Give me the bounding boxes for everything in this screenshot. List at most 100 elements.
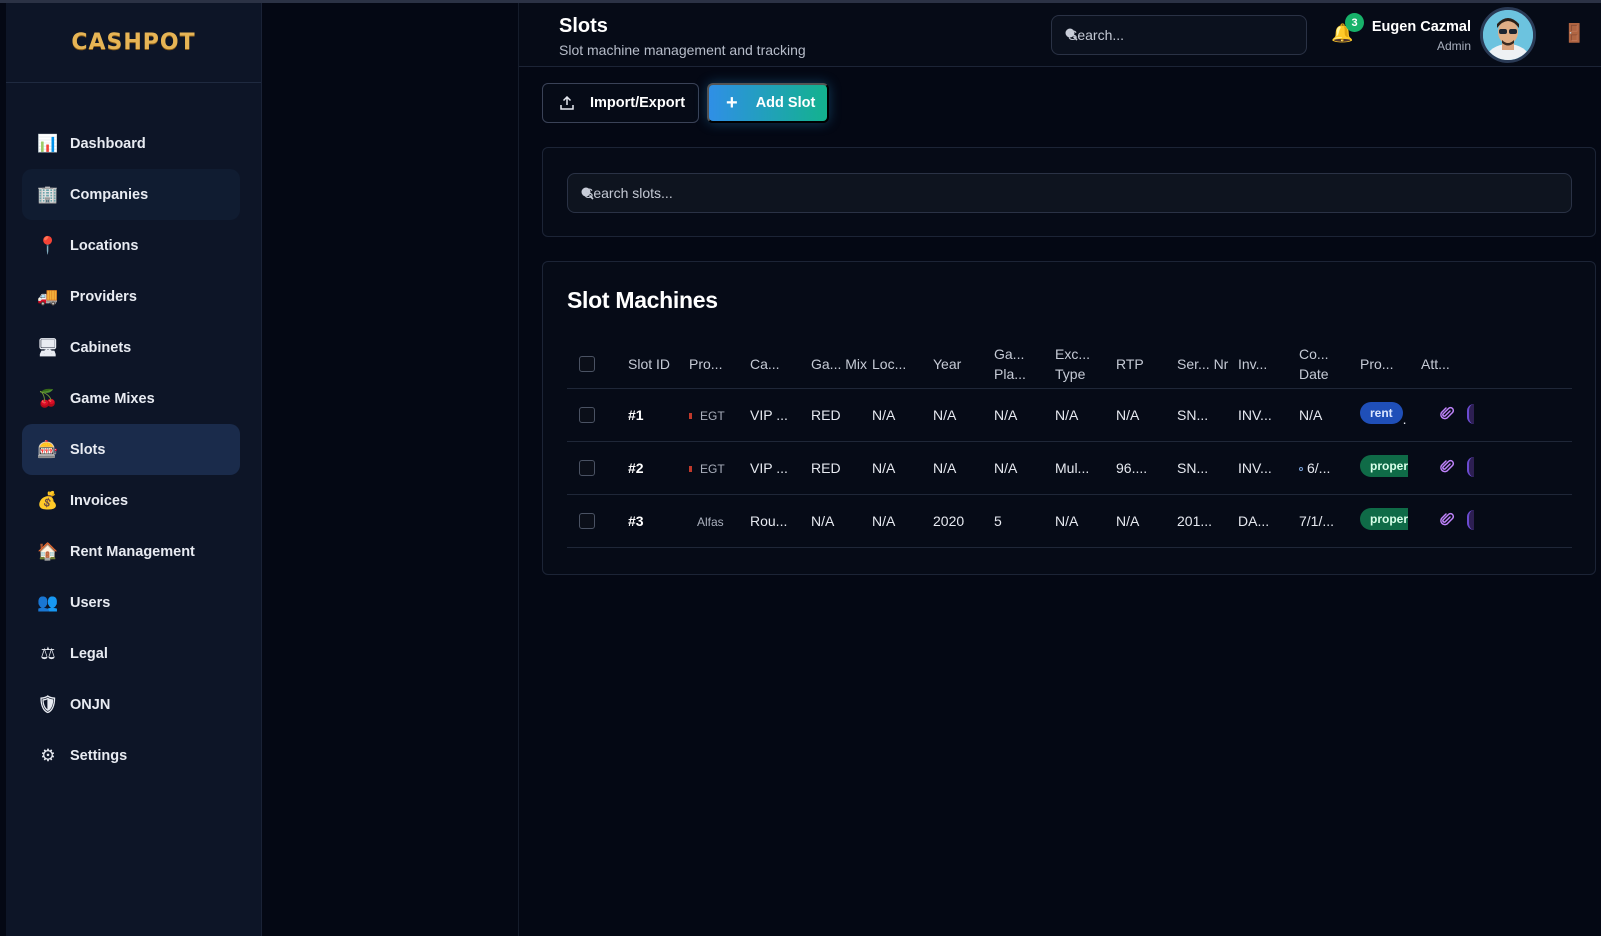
cell-cabinet: Rou... <box>750 494 811 548</box>
attachment-count-pill[interactable] <box>1467 404 1474 424</box>
paperclip-icon[interactable] <box>1439 459 1455 475</box>
column-header[interactable]: Ser... Nr <box>1177 340 1238 389</box>
column-header[interactable]: Ga... Pla... <box>994 340 1055 389</box>
column-header[interactable]: Inv... <box>1238 340 1299 389</box>
row-checkbox[interactable] <box>579 512 595 529</box>
provider-name: Alfas <box>697 514 724 529</box>
sidebar-item-label: Slots <box>70 441 106 458</box>
sidebar-item-users[interactable]: 👥 Users <box>22 577 240 628</box>
cell-cabinet: VIP ... <box>750 441 811 495</box>
column-header[interactable]: Year <box>933 340 994 389</box>
paperclip-icon[interactable] <box>1439 512 1455 528</box>
paperclip-icon[interactable] <box>1439 406 1455 422</box>
row-checkbox[interactable] <box>579 459 595 476</box>
users-icon: 👥 <box>37 592 59 612</box>
sidebar-item-invoices[interactable]: 💰 Invoices <box>22 475 240 526</box>
brand-logo[interactable]: CASHPOT <box>6 3 261 83</box>
property-badge: rent <box>1360 402 1403 424</box>
sidebar-item-label: Invoices <box>70 492 129 509</box>
cell-commission-date: N/A <box>1299 388 1360 442</box>
attachment-count-pill[interactable] <box>1467 457 1474 477</box>
table-row[interactable]: #2 EGT VIP ... RED N/A N/A N/A Mul... 96.... SN..… <box>567 441 1572 495</box>
sidebar-item-label: Users <box>70 594 111 611</box>
provider-logo: Alfas <box>697 515 724 529</box>
user-name[interactable]: Eugen Cazmal <box>1372 19 1471 35</box>
column-header[interactable]: Pro... <box>1360 340 1421 389</box>
table-header: Slot ID Pro... Ca... Ga... Mix Loc... Year Ga.… <box>567 340 1572 389</box>
sidebar-item-cabinets[interactable]: 🖥 Cabinets <box>22 322 240 373</box>
column-header[interactable]: Ga... Mix <box>811 340 872 389</box>
cell-attachments <box>1421 494 1572 548</box>
cell-invoice: DA... <box>1238 494 1299 548</box>
row-checkbox[interactable] <box>579 406 595 423</box>
table-title: Slot Machines <box>567 287 718 313</box>
cell-id: #3 <box>628 494 689 548</box>
cell-year: 2020 <box>933 494 994 548</box>
column-header[interactable]: Co... Date <box>1299 340 1360 389</box>
cell-invoice: INV... <box>1238 441 1299 495</box>
table-row[interactable]: #3 Alfas Rou... N/A N/A 2020 5 N/A N/A 201... DA..… <box>567 494 1572 548</box>
sidebar-item-game-mixes[interactable]: 🍒 Game Mixes <box>22 373 240 424</box>
sidebar-item-slots[interactable]: 🎰 Slots <box>22 424 240 475</box>
sidebar-item-providers[interactable]: 🚚 Providers <box>22 271 240 322</box>
sidebar-item-label: Companies <box>70 186 149 203</box>
import-export-button[interactable]: Import/Export <box>542 83 699 123</box>
avatar[interactable] <box>1480 7 1536 63</box>
cell-location: N/A <box>872 441 933 495</box>
sidebar-item-onjn[interactable]: 🛡 ONJN <box>22 679 240 730</box>
column-header[interactable]: Loc... <box>872 340 933 389</box>
cell-invoice: INV... <box>1238 388 1299 442</box>
slot-id[interactable]: #1 <box>628 407 644 423</box>
column-header[interactable]: Pro... <box>689 340 750 389</box>
add-slot-button[interactable]: + Add Slot <box>707 83 829 123</box>
slot-search[interactable] <box>567 173 1572 213</box>
cell-location: N/A <box>872 494 933 548</box>
cherries-icon: 🍒 <box>37 388 59 408</box>
cell-attachments <box>1421 441 1572 495</box>
sidebar-item-rent-management[interactable]: 🏠 Rent Management <box>22 526 240 577</box>
sidebar-item-legal[interactable]: ⚖ Legal <box>22 628 240 679</box>
cell-id: #1 <box>628 388 689 442</box>
column-header[interactable]: Exc... Type <box>1055 340 1116 389</box>
attachment-count-pill[interactable] <box>1467 510 1474 530</box>
sidebar-item-label: Rent Management <box>70 543 195 560</box>
slot-id[interactable]: #3 <box>628 513 644 529</box>
small-dot-icon <box>1299 466 1303 471</box>
filter-card <box>542 147 1596 237</box>
sidebar-item-dashboard[interactable]: 📊 Dashboard <box>22 118 240 169</box>
house-icon: 🏠 <box>37 541 59 561</box>
office-building-icon: 🏢 <box>37 184 59 204</box>
logout-icon[interactable]: 🚪 <box>1563 23 1585 44</box>
cell-provider: EGT <box>689 441 750 495</box>
column-header[interactable]: Att... <box>1421 340 1572 389</box>
cell-commission-date: 6/... <box>1299 441 1360 495</box>
sidebar-item-settings[interactable]: ⚙ Settings <box>22 730 240 781</box>
upload-icon <box>560 96 574 110</box>
column-header[interactable]: RTP <box>1116 340 1177 389</box>
column-header[interactable]: Slot ID <box>628 340 689 389</box>
header-search-input[interactable] <box>1068 16 1298 54</box>
table-row[interactable]: #1 EGT VIP ... RED N/A N/A N/A N/A N/A SN... INV..… <box>567 388 1572 442</box>
property-badge: proper <box>1360 455 1408 477</box>
row-select-cell <box>567 441 628 495</box>
column-header[interactable]: Ca... <box>750 340 811 389</box>
shield-icon: 🛡 <box>37 694 59 714</box>
cell-year: N/A <box>933 388 994 442</box>
provider-mark-icon <box>689 466 692 473</box>
sidebar-item-companies[interactable]: 🏢 Companies <box>22 169 240 220</box>
select-all-cell <box>567 340 628 389</box>
provider-logo: EGT <box>689 462 725 476</box>
slot-machine-icon: 🎰 <box>37 439 59 459</box>
money-bag-icon: 💰 <box>37 490 59 510</box>
sidebar-item-locations[interactable]: 📍 Locations <box>22 220 240 271</box>
provider-name: EGT <box>700 461 725 476</box>
sidebar-item-label: Game Mixes <box>70 390 155 407</box>
slot-id[interactable]: #2 <box>628 460 644 476</box>
cell-rtp: N/A <box>1116 388 1177 442</box>
sidebar-nav: 📊 Dashboard 🏢 Companies 📍 Locations 🚚 Providers… <box>6 118 261 781</box>
cell-game-places: N/A <box>994 388 1055 442</box>
slot-search-input[interactable] <box>584 174 1564 212</box>
add-slot-label: Add Slot <box>755 95 816 111</box>
header-search[interactable] <box>1051 15 1307 55</box>
select-all-checkbox[interactable] <box>579 355 595 372</box>
